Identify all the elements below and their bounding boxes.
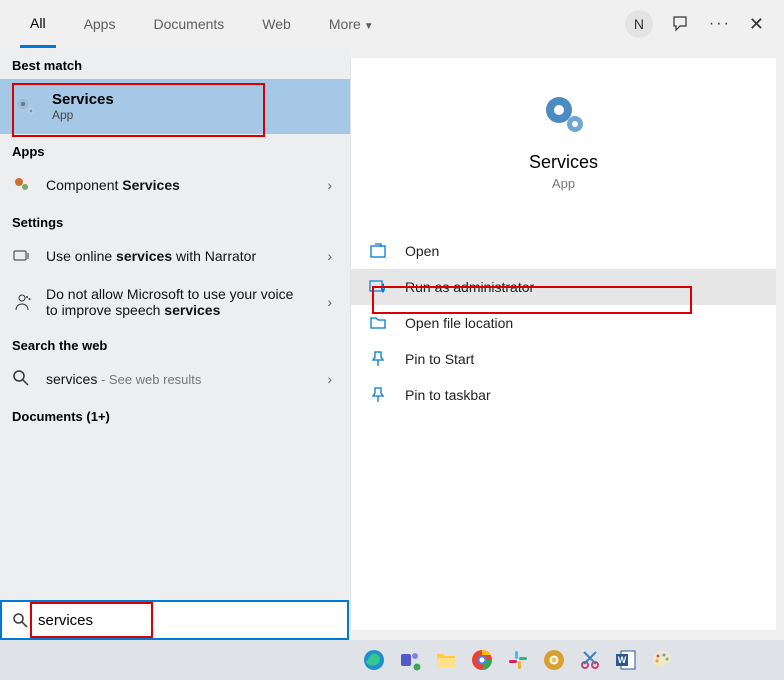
preview-panel: Services App Open Run as administrator <box>350 58 776 630</box>
action-label: Open file location <box>405 315 513 331</box>
best-match-title: Services <box>52 91 114 108</box>
taskbar-slack-icon[interactable] <box>504 646 532 674</box>
action-open-file-location[interactable]: Open file location <box>351 305 776 341</box>
settings-header: Settings <box>0 205 350 236</box>
open-icon <box>369 242 387 260</box>
web-result-label: services - See web results <box>46 371 338 387</box>
taskbar-snip-icon[interactable] <box>576 646 604 674</box>
best-match-result[interactable]: Services App <box>0 79 350 134</box>
pin-icon <box>369 350 387 368</box>
action-label: Run as administrator <box>405 279 534 295</box>
pin-icon <box>369 386 387 404</box>
gears-icon <box>14 95 38 119</box>
chevron-right-icon: › <box>327 371 332 387</box>
user-avatar[interactable]: N <box>625 10 653 38</box>
setting-result-narrator[interactable]: Use online services with Narrator › <box>0 236 350 276</box>
chevron-right-icon: › <box>327 248 332 264</box>
chevron-right-icon: › <box>327 294 332 310</box>
taskbar-chrome-canary-icon[interactable] <box>540 646 568 674</box>
setting-result-label: Do not allow Microsoft to use your voice… <box>46 286 338 318</box>
component-services-icon <box>12 175 32 195</box>
app-result-label: Component Services <box>46 177 338 193</box>
preview-title: Services <box>351 152 776 173</box>
setting-result-voice[interactable]: Do not allow Microsoft to use your voice… <box>0 276 350 328</box>
tab-more[interactable]: More▼ <box>319 2 384 46</box>
chevron-right-icon: › <box>327 177 332 193</box>
documents-header: Documents (1+) <box>0 399 350 430</box>
action-pin-to-taskbar[interactable]: Pin to taskbar <box>351 377 776 413</box>
more-options-button[interactable]: ··· <box>709 15 731 33</box>
tab-apps[interactable]: Apps <box>74 2 126 46</box>
taskbar-word-icon[interactable]: W <box>612 646 640 674</box>
search-icon <box>12 612 28 628</box>
action-open[interactable]: Open <box>351 233 776 269</box>
setting-result-label: Use online services with Narrator <box>46 248 338 264</box>
close-button[interactable]: ✕ <box>749 14 764 35</box>
taskbar-edge-icon[interactable] <box>360 646 388 674</box>
action-pin-to-start[interactable]: Pin to Start <box>351 341 776 377</box>
taskbar-explorer-icon[interactable] <box>432 646 460 674</box>
folder-icon <box>369 314 387 332</box>
preview-subtitle: App <box>351 176 776 191</box>
results-panel: Best match Services App Apps Component S… <box>0 48 350 630</box>
action-label: Pin to Start <box>405 351 474 367</box>
feedback-icon[interactable] <box>671 14 691 34</box>
narrator-icon <box>12 246 32 266</box>
app-result-component-services[interactable]: Component Services › <box>0 165 350 205</box>
taskbar: W <box>0 640 784 680</box>
tab-documents[interactable]: Documents <box>143 2 234 46</box>
taskbar-paint-icon[interactable] <box>648 646 676 674</box>
search-filter-tabs: All Apps Documents Web More▼ N ··· ✕ <box>0 0 784 48</box>
search-bar[interactable] <box>0 600 349 640</box>
gears-icon <box>537 88 591 142</box>
search-input[interactable] <box>36 611 337 630</box>
search-icon <box>12 369 32 389</box>
taskbar-teams-icon[interactable] <box>396 646 424 674</box>
action-run-as-admin[interactable]: Run as administrator <box>351 269 776 305</box>
admin-shield-icon <box>369 278 387 296</box>
web-header: Search the web <box>0 328 350 359</box>
voice-icon <box>12 292 32 312</box>
tab-all[interactable]: All <box>20 1 56 48</box>
chevron-down-icon: ▼ <box>364 21 374 32</box>
action-label: Open <box>405 243 439 259</box>
best-match-header: Best match <box>0 48 350 79</box>
best-match-subtitle: App <box>52 108 114 122</box>
tab-web[interactable]: Web <box>252 2 301 46</box>
apps-header: Apps <box>0 134 350 165</box>
svg-text:W: W <box>618 655 627 665</box>
taskbar-chrome-icon[interactable] <box>468 646 496 674</box>
web-result[interactable]: services - See web results › <box>0 359 350 399</box>
action-label: Pin to taskbar <box>405 387 491 403</box>
